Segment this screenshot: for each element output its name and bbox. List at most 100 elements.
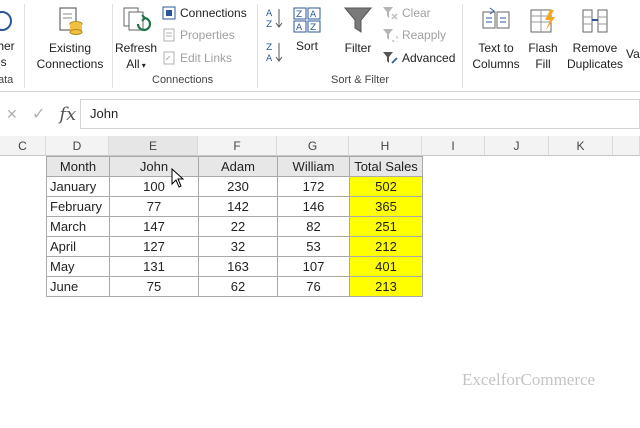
column-header-i[interactable]: I [422,136,485,156]
ribbon-separator [24,4,25,88]
sort-z-to-a-icon: Z A [266,43,283,64]
group-label-connections: Connections [152,74,214,86]
svg-text:Z: Z [296,10,302,20]
remove-duplicates-button[interactable]: Remove Duplicates [564,6,626,72]
cell-john[interactable]: 75 [109,276,199,297]
cell-john[interactable]: 100 [109,176,199,197]
header-cell-william[interactable]: William [277,156,350,177]
cell-month[interactable]: April [46,236,110,257]
cell-month[interactable]: May [46,256,110,277]
ribbon-separator [112,4,113,88]
svg-text:Z: Z [266,20,272,30]
cell-john[interactable]: 147 [109,216,199,237]
cell-month[interactable]: March [46,216,110,237]
column-header-j[interactable]: J [485,136,549,156]
text-to-columns-icon [482,7,510,29]
cell-total-sales[interactable]: 502 [349,176,423,197]
data-validation-button[interactable]: Va [626,46,640,62]
formula-bar-controls: ✕ ✓ fx [0,99,78,129]
cell-adam[interactable]: 32 [198,236,278,257]
cell-total-sales[interactable]: 213 [349,276,423,297]
text-to-columns-label-1: Text to [478,41,514,55]
table-row: June 75 62 76 213 [46,276,423,297]
data-validation-label: Va [626,47,640,61]
column-header-d[interactable]: D [46,136,109,156]
existing-connections-label-2: Connections [36,57,104,71]
connections-icon [162,6,176,20]
cell-william[interactable]: 146 [277,196,350,217]
group-label-sort-filter: Sort & Filter [331,74,390,86]
sort-az-button[interactable]: A Z [266,6,284,34]
cell-john[interactable]: 77 [109,196,199,217]
cell-total-sales[interactable]: 212 [349,236,423,257]
cell-month[interactable]: February [46,196,110,217]
cell-william[interactable]: 53 [277,236,350,257]
filter-button[interactable]: Filter [338,6,378,56]
column-header-f[interactable]: F [198,136,277,156]
cell-adam[interactable]: 62 [198,276,278,297]
header-cell-adam[interactable]: Adam [198,156,278,177]
clear-filter-icon [383,7,398,20]
column-header-c[interactable]: C [0,136,46,156]
edit-links-button[interactable]: Edit Links [162,49,232,67]
properties-button[interactable]: Properties [162,26,235,44]
cell-total-sales[interactable]: 365 [349,196,423,217]
cell-adam[interactable]: 230 [198,176,278,197]
sort-label: Sort [295,39,318,53]
advanced-filter-icon [383,52,398,64]
filter-label: Filter [344,41,372,55]
cell-month[interactable]: January [46,176,110,197]
insert-function-icon[interactable]: fx [59,104,76,125]
table-row: January 100 230 172 502 [46,176,423,197]
text-to-columns-button[interactable]: Text to Columns [468,6,524,72]
cell-john[interactable]: 131 [109,256,199,277]
column-header-g[interactable]: G [277,136,349,156]
funnel-icon [343,7,373,33]
cell-adam[interactable]: 22 [198,216,278,237]
clear-button[interactable]: Clear [382,4,431,22]
table-row: February 77 142 146 365 [46,196,423,217]
get-data-button[interactable]: ther es [0,8,24,70]
table-header-row: Month John Adam William Total Sales [46,156,423,177]
sort-a-to-z-icon: A Z [266,9,283,30]
cell-adam[interactable]: 163 [198,256,278,277]
formula-input[interactable]: John [80,99,640,129]
advanced-button[interactable]: Advanced [382,49,455,67]
flash-fill-button[interactable]: Flash Fill [526,6,560,72]
table-row: April 127 32 53 212 [46,236,423,257]
existing-connections-button[interactable]: Existing Connections [32,6,108,72]
header-cell-month[interactable]: Month [46,156,110,177]
reapply-button[interactable]: Reapply [382,26,446,44]
column-header-h[interactable]: H [349,136,422,156]
connections-button[interactable]: Connections [162,4,247,22]
enter-check-icon[interactable]: ✓ [32,104,45,124]
sort-button[interactable]: Z A A Z Sort [288,6,326,54]
column-header-next[interactable] [613,136,640,156]
column-header-k[interactable]: K [549,136,613,156]
refresh-all-button[interactable]: Refresh All ▾ [114,6,158,74]
cell-william[interactable]: 107 [277,256,350,277]
cell-william[interactable]: 82 [277,216,350,237]
sales-table: Month John Adam William Total Sales Janu… [46,156,423,297]
cell-adam[interactable]: 142 [198,196,278,217]
header-cell-john[interactable]: John [109,156,199,177]
mouse-pointer-icon [171,168,185,188]
cell-john[interactable]: 127 [109,236,199,257]
properties-icon [163,28,175,42]
sort-dialog-icon: Z A A Z [293,7,321,33]
edit-links-label: Edit Links [180,51,233,65]
cell-william[interactable]: 172 [277,176,350,197]
cell-total-sales[interactable]: 251 [349,216,423,237]
svg-text:A: A [296,23,303,33]
flash-fill-label-1: Flash [528,41,558,55]
cancel-icon[interactable]: ✕ [6,106,18,123]
sort-za-button[interactable]: Z A [266,40,284,68]
column-header-e[interactable]: E [109,136,198,156]
flash-fill-icon [530,9,555,33]
cell-month[interactable]: June [46,276,110,297]
cell-total-sales[interactable]: 401 [349,256,423,277]
header-cell-total-sales[interactable]: Total Sales [349,156,423,177]
cell-william[interactable]: 76 [277,276,350,297]
flash-fill-label-2: Fill [535,57,551,71]
table-row: May 131 163 107 401 [46,256,423,277]
